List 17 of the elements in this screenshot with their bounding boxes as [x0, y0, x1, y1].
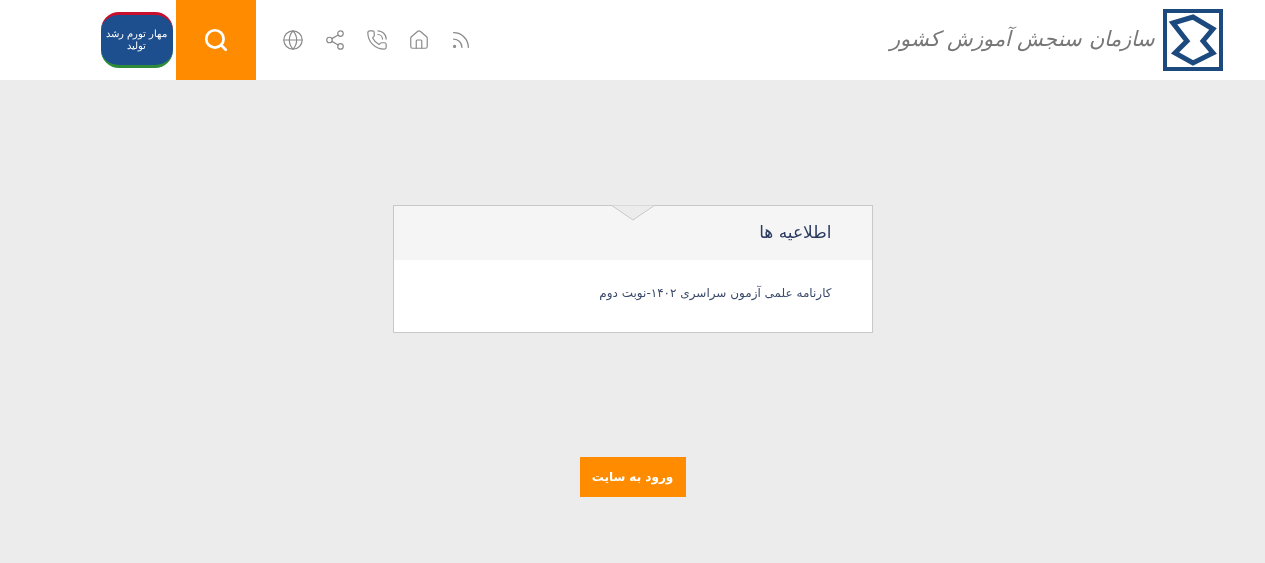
notices-title: اطلاعیه ها [759, 221, 832, 245]
notice-link[interactable]: کارنامه علمی آزمون سراسری ۱۴۰۲-نوبت دوم [393, 284, 832, 302]
logo-icon [1163, 9, 1223, 71]
rss-icon [450, 29, 472, 51]
share-icon [324, 29, 346, 51]
globe-button[interactable] [282, 29, 304, 51]
emblem-text: مهار تورم رشد تولید [104, 28, 169, 52]
search-button[interactable] [176, 0, 256, 80]
rss-button[interactable] [450, 29, 472, 51]
phone-button[interactable] [366, 29, 388, 51]
globe-icon [282, 29, 304, 51]
share-button[interactable] [324, 29, 346, 51]
home-icon [408, 29, 430, 51]
phone-icon [366, 29, 388, 51]
search-icon [203, 27, 229, 53]
logo-text: سازمان سنجش آموزش کشور [889, 25, 1155, 54]
home-button[interactable] [408, 29, 430, 51]
